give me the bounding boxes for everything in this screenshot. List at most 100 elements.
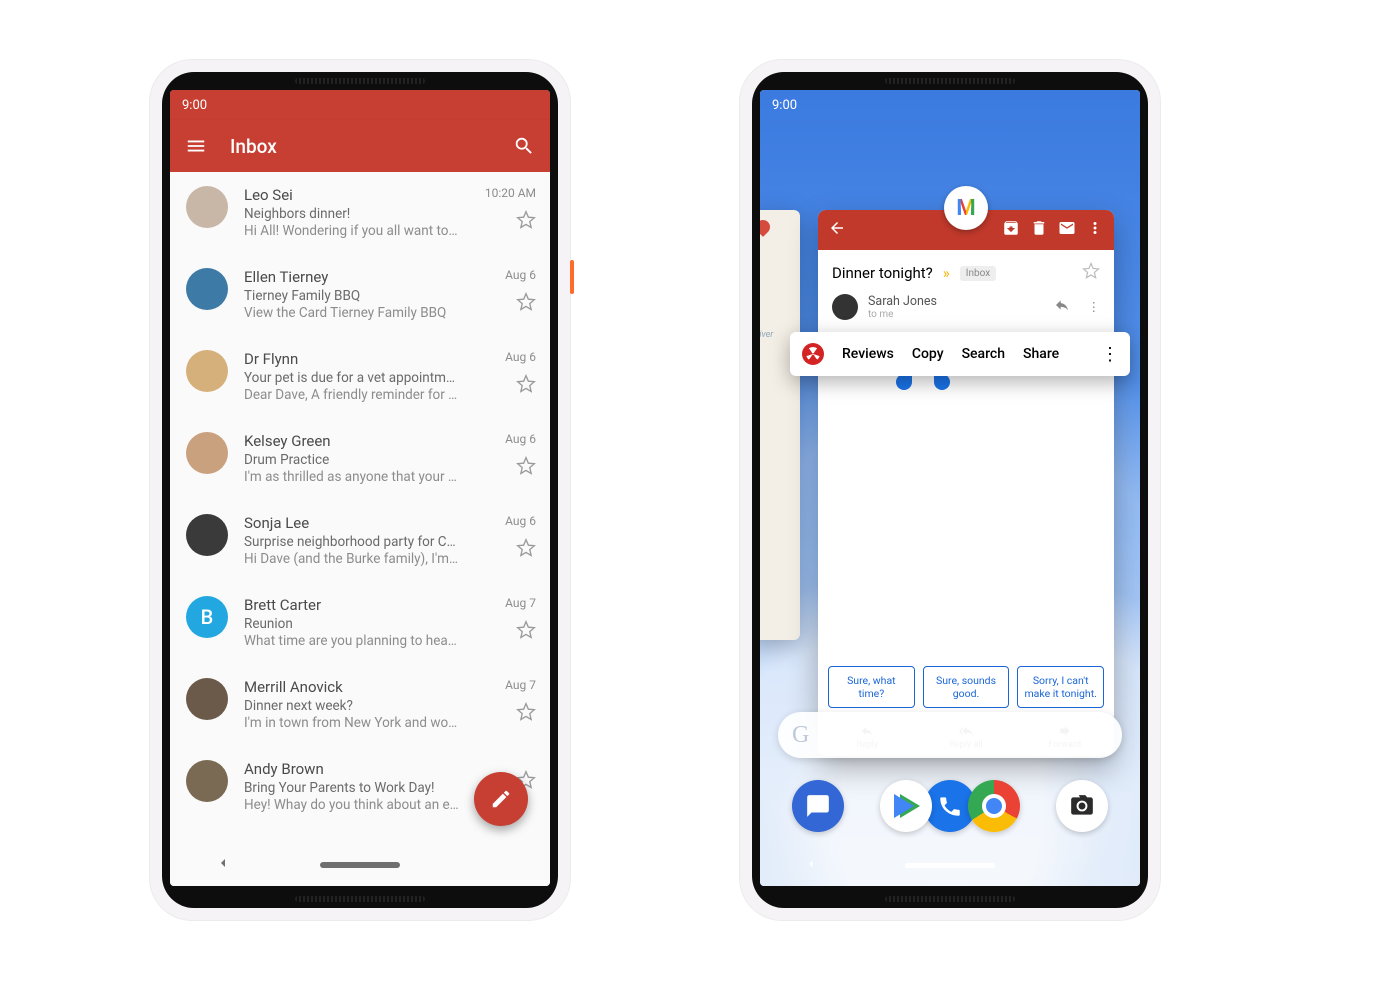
action-share[interactable]: Share bbox=[1023, 346, 1059, 362]
email-subject: Surprise neighborhood party for Chris! bbox=[244, 534, 460, 550]
email-subject: Your pet is due for a vet appointment bbox=[244, 370, 460, 386]
overflow-icon[interactable]: ⋮ bbox=[1101, 344, 1118, 365]
email-sender: Ellen Tierney bbox=[244, 268, 460, 286]
overflow-icon[interactable]: ⋮ bbox=[1088, 299, 1101, 315]
email-snippet: What time are you planning to head out f… bbox=[244, 633, 460, 649]
selection-handle-left[interactable] bbox=[896, 374, 912, 390]
dock-icon-messages[interactable] bbox=[792, 780, 844, 832]
inbox-chip: Inbox bbox=[960, 266, 996, 281]
star-icon[interactable] bbox=[516, 374, 536, 398]
status-bar: 9:00 bbox=[170, 90, 550, 120]
search-icon[interactable] bbox=[512, 134, 536, 158]
avatar bbox=[186, 760, 228, 802]
action-reviews[interactable]: Reviews bbox=[842, 346, 894, 362]
avatar bbox=[186, 432, 228, 474]
email-time: Aug 6 bbox=[505, 432, 536, 446]
google-g-icon: G bbox=[792, 722, 809, 749]
nav-bar bbox=[760, 844, 1140, 886]
status-time: 9:00 bbox=[772, 98, 797, 113]
dock-icon-chrome[interactable] bbox=[968, 780, 1020, 832]
recents-card-gmail[interactable]: M Dinner tonight? » Inbox bbox=[818, 210, 1114, 756]
star-icon[interactable] bbox=[1082, 262, 1100, 284]
selection-handle-right[interactable] bbox=[934, 374, 950, 390]
phone-frame-left: 9:00 Inbox Leo SeiNeighbors dinner!Hi Al… bbox=[150, 60, 570, 920]
from-name: Sarah Jones bbox=[868, 294, 937, 309]
email-time: Aug 7 bbox=[505, 596, 536, 610]
app-icon-gmail[interactable]: M bbox=[944, 186, 988, 230]
email-sender: Brett Carter bbox=[244, 596, 460, 614]
star-icon[interactable] bbox=[516, 702, 536, 726]
email-row[interactable]: Leo SeiNeighbors dinner!Hi All! Wonderin… bbox=[170, 172, 550, 254]
email-snippet: I'm in town from New York and would love… bbox=[244, 715, 460, 731]
email-row[interactable]: Dr FlynnYour pet is due for a vet appoin… bbox=[170, 336, 550, 418]
star-icon[interactable] bbox=[516, 456, 536, 480]
email-list[interactable]: Leo SeiNeighbors dinner!Hi All! Wonderin… bbox=[170, 172, 550, 844]
screen-gmail-inbox: 9:00 Inbox Leo SeiNeighbors dinner!Hi Al… bbox=[170, 90, 550, 886]
star-icon[interactable] bbox=[516, 210, 536, 234]
email-snippet: I'm as thrilled as anyone that your kid … bbox=[244, 469, 460, 485]
archive-icon[interactable] bbox=[1002, 219, 1020, 241]
power-button bbox=[570, 260, 574, 294]
email-row[interactable]: Merrill Anovick Dinner next week?I'm in t… bbox=[170, 664, 550, 746]
email-time: Aug 6 bbox=[505, 514, 536, 528]
email-subject: Reunion bbox=[244, 616, 460, 632]
hamburger-icon[interactable] bbox=[184, 134, 208, 158]
email-snippet: Hi All! Wondering if you all want to com… bbox=[244, 223, 460, 239]
home-pill[interactable] bbox=[320, 862, 400, 868]
avatar bbox=[186, 514, 228, 556]
avatar bbox=[832, 294, 858, 320]
phone-frame-right: 9:00 M bbox=[740, 60, 1160, 920]
back-icon[interactable] bbox=[828, 219, 846, 241]
smart-reply[interactable]: Sure, what time? bbox=[828, 666, 915, 708]
star-icon[interactable] bbox=[516, 538, 536, 562]
email-row[interactable]: Kelsey GreenDrum PracticeI'm as thrilled… bbox=[170, 418, 550, 500]
dock-icon-camera[interactable] bbox=[1056, 780, 1108, 832]
google-search-pill[interactable]: G bbox=[778, 712, 1122, 758]
email-row[interactable]: B Brett Carter ReunionWhat time are you pl… bbox=[170, 582, 550, 664]
text-selection-toolbar: Reviews Copy Search Share ⋮ bbox=[790, 332, 1130, 376]
star-icon[interactable] bbox=[516, 620, 536, 644]
email-sender: Sonja Lee bbox=[244, 514, 460, 532]
email-sender: Merrill Anovick bbox=[244, 678, 460, 696]
email-from-row: Sarah Jones to me ⋮ bbox=[818, 290, 1114, 320]
back-button[interactable] bbox=[804, 856, 818, 875]
reply-icon[interactable] bbox=[1054, 297, 1070, 317]
email-snippet: Hey! Whay do you think about an event… bbox=[244, 797, 460, 813]
email-row[interactable]: Ellen Tierney Tierney Family BBQView the … bbox=[170, 254, 550, 336]
email-subject: Dinner next week? bbox=[244, 698, 460, 714]
mail-icon[interactable] bbox=[1058, 219, 1076, 241]
email-snippet: Dear Dave, A friendly reminder for your … bbox=[244, 387, 460, 403]
email-time: 10:20 AM bbox=[485, 186, 536, 200]
gmail-app-bar: Inbox bbox=[170, 120, 550, 172]
email-subject: Neighbors dinner! bbox=[244, 206, 460, 222]
email-snippet: View the Card Tierney Family BBQ bbox=[244, 305, 460, 321]
avatar: B bbox=[186, 596, 228, 638]
nav-bar bbox=[170, 844, 550, 886]
delete-icon[interactable] bbox=[1030, 219, 1048, 241]
smart-reply-row: Sure, what time? Sure, sounds good. Sorr… bbox=[818, 660, 1114, 714]
home-pill[interactable] bbox=[905, 863, 995, 868]
overflow-icon[interactable] bbox=[1086, 219, 1104, 241]
map-pin-icon bbox=[760, 217, 773, 237]
star-icon[interactable] bbox=[516, 292, 536, 316]
email-subject: Dinner tonight? bbox=[832, 264, 933, 282]
avatar bbox=[186, 186, 228, 228]
avatar bbox=[186, 350, 228, 392]
smart-reply[interactable]: Sure, sounds good. bbox=[923, 666, 1010, 708]
email-sender: Kelsey Green bbox=[244, 432, 460, 450]
email-subject: Tierney Family BBQ bbox=[244, 288, 460, 304]
smart-reply[interactable]: Sorry, I can't make it tonight. bbox=[1017, 666, 1104, 708]
dock-icon-play-store[interactable] bbox=[880, 780, 932, 832]
avatar bbox=[186, 268, 228, 310]
email-sender: Andy Brown bbox=[244, 760, 460, 778]
action-copy[interactable]: Copy bbox=[912, 346, 944, 362]
back-button[interactable] bbox=[215, 855, 231, 875]
email-time: Aug 6 bbox=[505, 350, 536, 364]
email-row[interactable]: Sonja Lee Surprise neighborhood party for… bbox=[170, 500, 550, 582]
compose-fab[interactable] bbox=[474, 772, 528, 826]
status-time: 9:00 bbox=[182, 98, 207, 113]
screen-recents: 9:00 M bbox=[760, 90, 1140, 886]
email-snippet: Hi Dave (and the Burke family), I'm thro… bbox=[244, 551, 460, 567]
action-search[interactable]: Search bbox=[962, 346, 1005, 362]
recents-card-maps[interactable] bbox=[760, 210, 800, 640]
